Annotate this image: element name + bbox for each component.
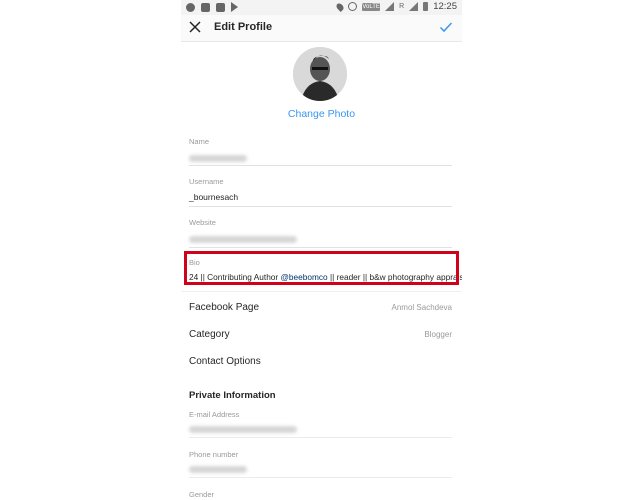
category-value: Blogger (424, 330, 452, 339)
private-information-heading: Private Information (189, 390, 276, 401)
username-field[interactable]: Username _bournesach (189, 177, 452, 207)
username-label: Username (189, 177, 224, 186)
battery-icon (423, 2, 429, 11)
gender-label: Gender (189, 490, 215, 499)
signal-icon (385, 2, 395, 11)
facebook-page-row[interactable]: Facebook Page Anmol Sachdeva (189, 302, 452, 318)
facebook-page-value: Anmol Sachdeva (391, 303, 452, 312)
app-bar: Edit Profile (181, 15, 462, 42)
email-label: E-mail Address (189, 410, 240, 419)
website-label: Website (189, 218, 216, 227)
bio-highlight-box (184, 251, 459, 285)
email-value-redacted (189, 426, 297, 433)
username-value[interactable]: _bournesach (189, 192, 452, 203)
page-title: Edit Profile (214, 21, 273, 33)
check-icon[interactable] (439, 20, 453, 34)
profile-photo (293, 47, 347, 101)
profile-avatar[interactable] (293, 47, 347, 101)
phone-screen: VoLTE R 12:25 Edit Profile Change Photo … (181, 0, 462, 500)
divider (181, 291, 462, 292)
category-label: Category (189, 329, 230, 340)
phone-value-redacted (189, 466, 247, 473)
roaming-signal-icon (409, 2, 419, 11)
close-icon[interactable] (188, 20, 202, 34)
location-icon (335, 1, 346, 12)
website-field[interactable]: Website (189, 218, 452, 248)
play-store-icon (231, 2, 238, 12)
phone-label: Phone number (189, 450, 239, 459)
contact-options-label: Contact Options (189, 356, 261, 367)
change-photo-link[interactable]: Change Photo (181, 108, 462, 120)
phone-field[interactable]: Phone number (189, 450, 452, 478)
facebook-page-label: Facebook Page (189, 302, 260, 313)
twitch-icon (201, 2, 210, 12)
gender-field[interactable]: Gender (189, 490, 452, 499)
name-field[interactable]: Name (189, 137, 452, 166)
status-time: 12:25 (433, 1, 457, 12)
messenger-icon (186, 2, 195, 12)
status-bar: VoLTE R 12:25 (181, 0, 462, 15)
gallery-icon (216, 2, 225, 12)
volte-icon: VoLTE (362, 2, 381, 11)
name-label: Name (189, 137, 210, 146)
contact-options-row[interactable]: Contact Options (189, 356, 452, 372)
roaming-label: R (399, 3, 405, 10)
alarm-icon (348, 2, 358, 11)
website-value-redacted (189, 236, 297, 243)
category-row[interactable]: Category Blogger (189, 329, 452, 345)
name-value-redacted (189, 155, 247, 162)
email-field[interactable]: E-mail Address (189, 410, 452, 438)
